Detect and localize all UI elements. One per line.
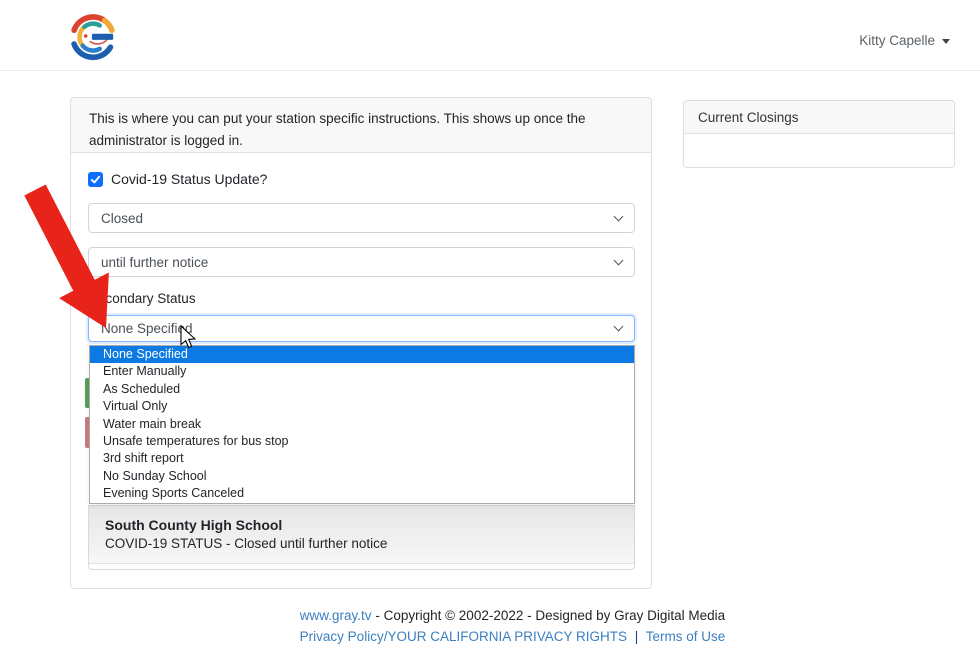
footer-links-line: Privacy Policy/YOUR CALIFORNIA PRIVACY R…: [70, 629, 955, 644]
footer-link-separator: |: [635, 629, 639, 644]
privacy-policy-link[interactable]: Privacy Policy/YOUR CALIFORNIA PRIVACY R…: [300, 629, 627, 644]
dropdown-option[interactable]: None Specified: [90, 346, 634, 363]
secondary-status-label: Secondary Status: [89, 291, 196, 306]
covid-status-label: Covid-19 Status Update?: [111, 171, 267, 187]
current-closings-body: [684, 134, 954, 167]
gray-tv-logo-icon[interactable]: [64, 8, 122, 64]
closing-item-detail: COVID-19 STATUS - Closed until further n…: [105, 536, 618, 551]
dropdown-option[interactable]: 3rd shift report: [90, 450, 634, 467]
gray-tv-link[interactable]: www.gray.tv: [300, 608, 372, 623]
footer-copyright-line: www.gray.tv - Copyright © 2002-2022 - De…: [70, 608, 955, 623]
current-closings-header: Current Closings: [684, 101, 954, 134]
copyright-text: - Copyright © 2002-2022 - Designed by Gr…: [375, 608, 725, 623]
current-closings-title: Current Closings: [698, 110, 799, 125]
status-select-value: Closed: [101, 211, 143, 226]
dropdown-option[interactable]: Evening Sports Canceled: [90, 485, 634, 502]
dropdown-option[interactable]: Virtual Only: [90, 398, 634, 415]
header: Kitty Capelle: [0, 0, 980, 70]
status-select[interactable]: Closed: [88, 203, 635, 233]
terms-of-use-link[interactable]: Terms of Use: [646, 629, 726, 644]
dropdown-option[interactable]: Unsafe temperatures for bus stop: [90, 433, 634, 450]
closings-list: South County High School COVID-19 STATUS…: [88, 505, 635, 570]
current-closings-card: Current Closings: [683, 100, 955, 168]
duration-select-value: until further notice: [101, 255, 208, 270]
instructions-banner: This is where you can put your station s…: [70, 97, 652, 153]
closing-item[interactable]: South County High School COVID-19 STATUS…: [89, 506, 634, 564]
secondary-status-dropdown-list: None SpecifiedEnter ManuallyAs Scheduled…: [89, 345, 635, 504]
user-name: Kitty Capelle: [859, 33, 935, 48]
caret-down-icon: [942, 39, 950, 44]
check-icon: [90, 174, 101, 185]
user-menu[interactable]: Kitty Capelle: [859, 30, 950, 50]
covid-status-row: Covid-19 Status Update?: [88, 171, 267, 187]
duration-select[interactable]: until further notice: [88, 247, 635, 277]
dropdown-option[interactable]: As Scheduled: [90, 381, 634, 398]
secondary-status-select[interactable]: None Specified: [88, 315, 635, 342]
chevron-down-icon: [614, 322, 624, 332]
chevron-down-icon: [614, 211, 624, 221]
dropdown-option[interactable]: No Sunday School: [90, 468, 634, 485]
instructions-text: This is where you can put your station s…: [89, 111, 586, 148]
dropdown-option[interactable]: Enter Manually: [90, 363, 634, 380]
covid-status-checkbox[interactable]: [88, 172, 103, 187]
closing-item-title: South County High School: [105, 517, 618, 533]
header-divider: [0, 70, 980, 71]
secondary-status-select-value: None Specified: [101, 321, 193, 336]
dropdown-option[interactable]: Water main break: [90, 416, 634, 433]
chevron-down-icon: [614, 255, 624, 265]
